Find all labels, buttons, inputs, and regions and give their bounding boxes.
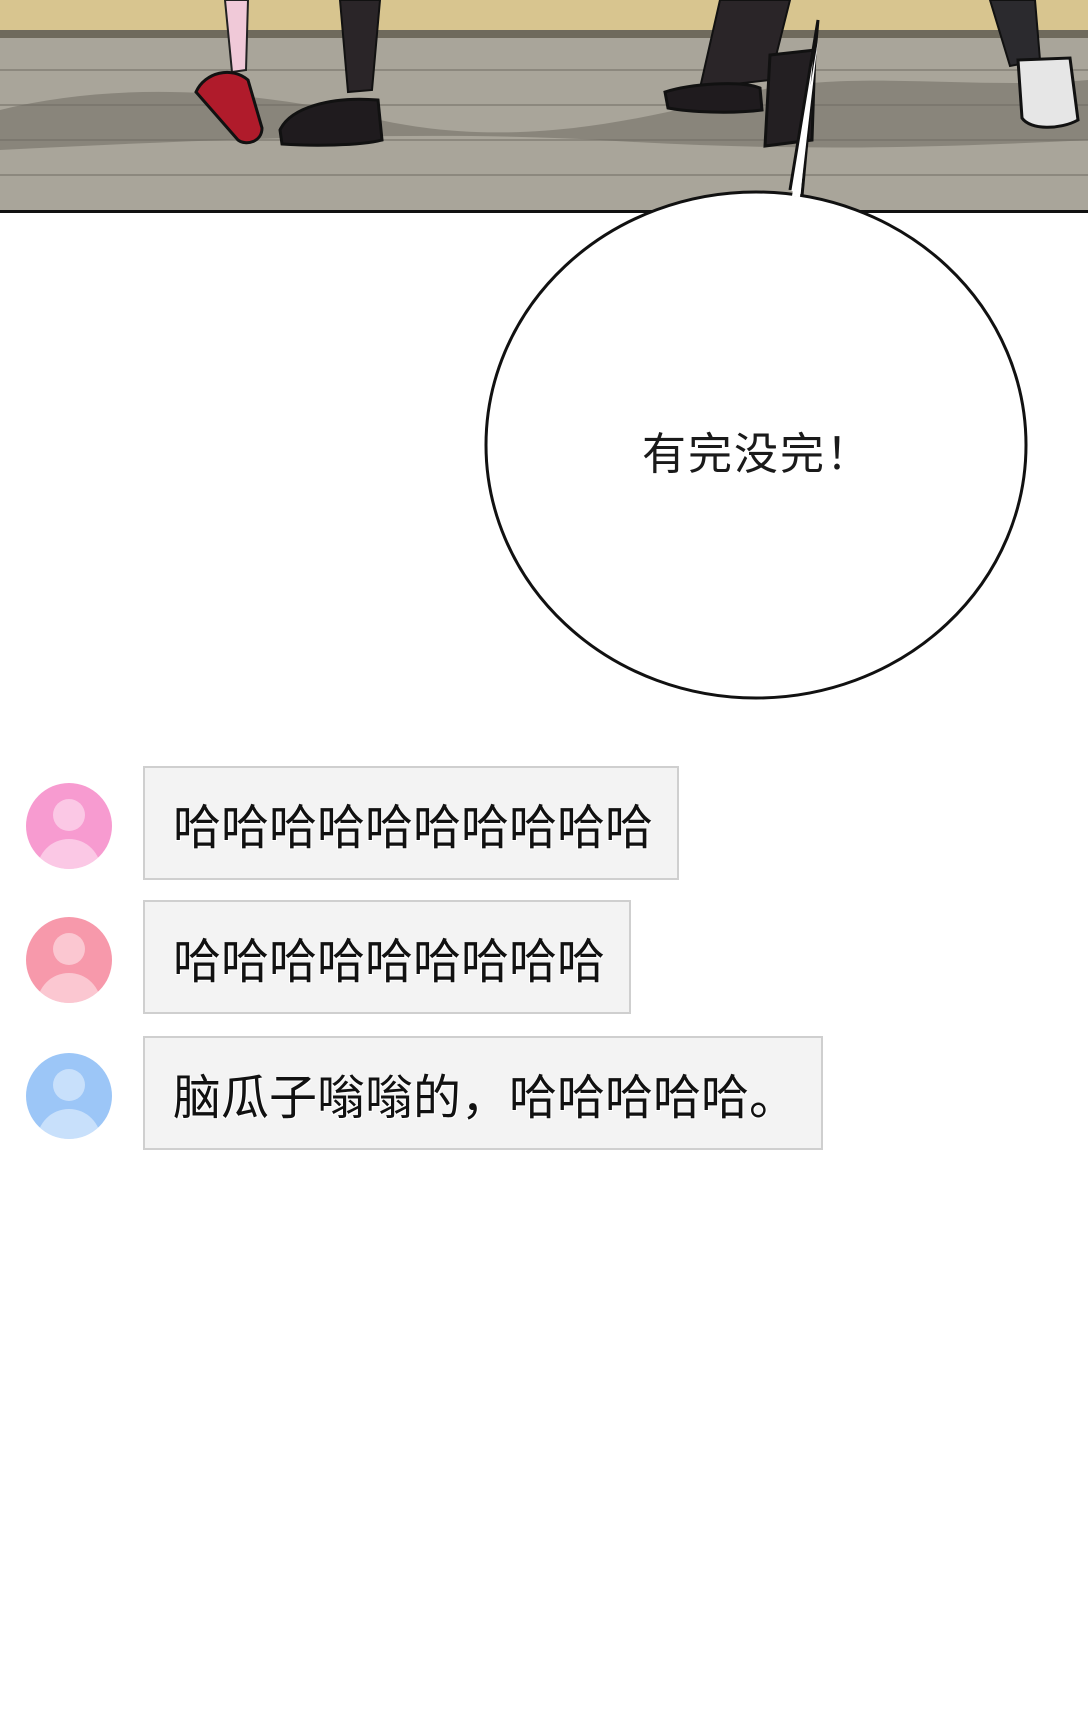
avatar-head-shape xyxy=(53,1069,85,1101)
comment-item: 哈哈哈哈哈哈哈哈哈哈 xyxy=(0,766,1088,884)
comment-message-box: 哈哈哈哈哈哈哈哈哈哈 xyxy=(143,766,680,880)
avatar xyxy=(26,917,112,1003)
avatar xyxy=(26,783,112,869)
comment-item: 哈哈哈哈哈哈哈哈哈 xyxy=(0,900,1088,1018)
comment-text: 哈哈哈哈哈哈哈哈哈哈 xyxy=(173,800,654,856)
avatar-body-shape xyxy=(37,1109,101,1139)
speech-bubble-text: 有完没完！ xyxy=(642,429,872,480)
avatar-head-shape xyxy=(53,933,85,965)
avatar-head-shape xyxy=(53,799,85,831)
comment-message-box: 脑瓜子嗡嗡的，哈哈哈哈哈。 xyxy=(143,1036,824,1150)
avatar-body-shape xyxy=(37,973,101,1003)
avatar-body-shape xyxy=(37,839,101,869)
comic-panel-image xyxy=(0,0,1088,213)
avatar xyxy=(26,1053,112,1139)
comment-text: 脑瓜子嗡嗡的，哈哈哈哈哈。 xyxy=(173,1070,798,1126)
street-scene-illustration xyxy=(0,0,1088,210)
comment-text: 哈哈哈哈哈哈哈哈哈 xyxy=(173,934,606,990)
comment-item: 脑瓜子嗡嗡的，哈哈哈哈哈。 xyxy=(0,1036,1088,1154)
comment-message-box: 哈哈哈哈哈哈哈哈哈 xyxy=(143,900,632,1014)
